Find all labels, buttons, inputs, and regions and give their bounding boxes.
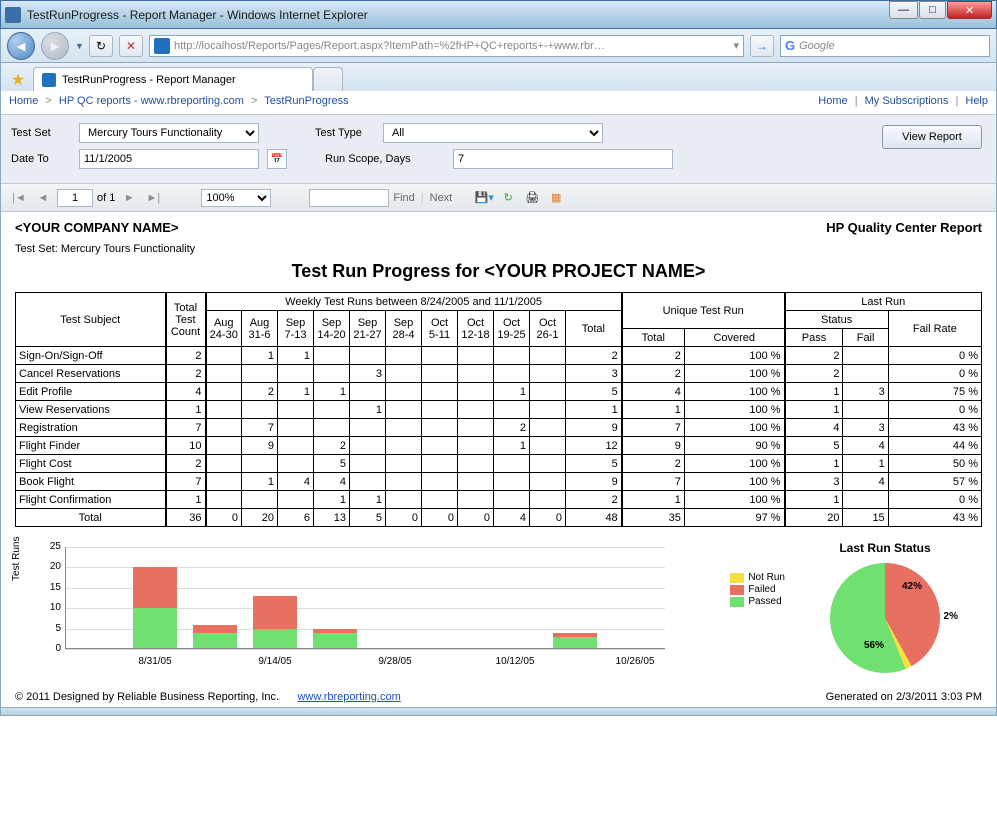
page-number-input[interactable] — [57, 189, 93, 207]
zoom-dropdown[interactable]: 100% — [201, 189, 271, 207]
window-border-bottom — [0, 708, 997, 716]
legend-swatch-failed — [730, 585, 744, 595]
date-to-input[interactable] — [79, 149, 259, 169]
report-title: Test Run Progress for <YOUR PROJECT NAME… — [15, 261, 982, 282]
copyright: © 2011 Designed by Reliable Business Rep… — [15, 691, 279, 703]
minimize-button[interactable]: — — [889, 1, 918, 19]
url-text: http://localhost/Reports/Pages/Report.as… — [174, 40, 605, 52]
generated-timestamp: Generated on 2/3/2011 3:03 PM — [826, 691, 982, 703]
report-toolbar: |◄ ◄ of 1 ► ►| 100% Find | Next 💾▾ ↻ 🖨 ▦ — [1, 184, 996, 212]
new-tab-button[interactable] — [313, 67, 343, 91]
find-input[interactable] — [309, 189, 389, 207]
view-report-button[interactable]: View Report — [882, 125, 982, 149]
legend-swatch-passed — [730, 597, 744, 607]
data-table: Test SubjectTotal Test CountWeekly Test … — [15, 292, 982, 527]
company-name: <YOUR COMPANY NAME> — [15, 220, 179, 235]
table-row: Cancel Reservations2332100 %20 % — [16, 365, 982, 383]
test-set-dropdown[interactable]: Mercury Tours Functionality — [79, 123, 259, 143]
footer-link[interactable]: www.rbreporting.com — [297, 691, 400, 703]
maximize-button[interactable]: □ — [919, 1, 946, 19]
breadcrumb-folder[interactable]: HP QC reports - www.rbreporting.com — [59, 95, 244, 107]
table-row: Book Flight714497100 %3457 % — [16, 473, 982, 491]
search-placeholder: Google — [799, 40, 834, 52]
window-title: TestRunProgress - Report Manager - Windo… — [27, 8, 992, 22]
go-button[interactable]: → — [750, 35, 774, 57]
last-page-icon[interactable]: ►| — [143, 188, 163, 208]
tab-bar: ★ TestRunProgress - Report Manager — [0, 63, 997, 91]
table-row: View Reservations1111100 %10 % — [16, 401, 982, 419]
report-type: HP Quality Center Report — [826, 220, 982, 235]
date-to-label: Date To — [11, 153, 71, 165]
ie-icon — [5, 7, 21, 23]
stop-button[interactable]: ✕ — [119, 35, 143, 57]
chart-legend: Not Run Failed Passed — [730, 571, 785, 608]
search-box[interactable]: G Google — [780, 35, 990, 57]
tab-label: TestRunProgress - Report Manager — [62, 74, 236, 86]
google-icon: G — [785, 38, 795, 53]
address-bar[interactable]: http://localhost/Reports/Pages/Report.as… — [149, 35, 744, 57]
table-row: Registration77297100 %4343 % — [16, 419, 982, 437]
table-row: Flight Finder1092112990 %5444 % — [16, 437, 982, 455]
close-button[interactable]: ✕ — [947, 1, 992, 19]
bar-chart: Test Runs 05101520258/31/059/14/059/28/0… — [15, 541, 675, 671]
browser-navbar: ◄ ► ▼ ↻ ✕ http://localhost/Reports/Pages… — [0, 29, 997, 63]
first-page-icon[interactable]: |◄ — [9, 188, 29, 208]
export-icon[interactable]: 💾▾ — [474, 188, 494, 208]
report-subheader: Test Set: Mercury Tours Functionality — [15, 243, 982, 255]
link-help[interactable]: Help — [965, 95, 988, 107]
breadcrumb-home[interactable]: Home — [9, 95, 38, 107]
page-content: Home > HP QC reports - www.rbreporting.c… — [0, 91, 997, 708]
favorites-icon[interactable]: ★ — [7, 69, 29, 91]
run-scope-label: Run Scope, Days — [325, 153, 445, 165]
breadcrumb-report[interactable]: TestRunProgress — [264, 95, 348, 107]
pie-graphic: 42% 2% 56% — [830, 563, 940, 673]
refresh-button[interactable]: ↻ — [89, 35, 113, 57]
parameter-panel: Test Set Mercury Tours Functionality Tes… — [1, 115, 996, 184]
report-body: <YOUR COMPANY NAME> HP Quality Center Re… — [1, 212, 996, 679]
window-titlebar: TestRunProgress - Report Manager - Windo… — [0, 0, 997, 29]
pie-title: Last Run Status — [805, 541, 965, 555]
test-type-dropdown[interactable]: All — [383, 123, 603, 143]
link-subscriptions[interactable]: My Subscriptions — [865, 95, 949, 107]
pie-chart: Last Run Status 42% 2% 56% — [805, 541, 965, 673]
refresh-report-icon[interactable]: ↻ — [498, 188, 518, 208]
feed-icon[interactable]: ▦ — [546, 188, 566, 208]
find-link[interactable]: Find — [393, 192, 414, 204]
legend-swatch-notrun — [730, 573, 744, 583]
back-button[interactable]: ◄ — [7, 32, 35, 60]
page-of-label: of 1 — [97, 192, 115, 204]
test-set-label: Test Set — [11, 127, 71, 139]
report-footer: © 2011 Designed by Reliable Business Rep… — [1, 685, 996, 707]
page-icon — [154, 38, 170, 54]
table-row: Edit Profile4211154100 %1375 % — [16, 383, 982, 401]
next-page-icon[interactable]: ► — [119, 188, 139, 208]
forward-button[interactable]: ► — [41, 32, 69, 60]
print-icon[interactable]: 🖨 — [522, 188, 542, 208]
link-home[interactable]: Home — [818, 95, 847, 107]
test-type-label: Test Type — [315, 127, 375, 139]
table-total-row: Total36020613500040483597 %201543 % — [16, 509, 982, 527]
next-link[interactable]: Next — [430, 192, 453, 204]
table-row: Sign-On/Sign-Off21122100 %20 % — [16, 347, 982, 365]
table-row: Flight Confirmation11121100 %10 % — [16, 491, 982, 509]
calendar-icon[interactable]: 📅 — [267, 149, 287, 169]
breadcrumb: Home > HP QC reports - www.rbreporting.c… — [1, 91, 996, 115]
run-scope-input[interactable] — [453, 149, 673, 169]
table-row: Flight Cost2552100 %1150 % — [16, 455, 982, 473]
y-axis-label: Test Runs — [11, 537, 22, 581]
prev-page-icon[interactable]: ◄ — [33, 188, 53, 208]
tab-active[interactable]: TestRunProgress - Report Manager — [33, 67, 313, 91]
tab-favicon — [42, 73, 56, 87]
